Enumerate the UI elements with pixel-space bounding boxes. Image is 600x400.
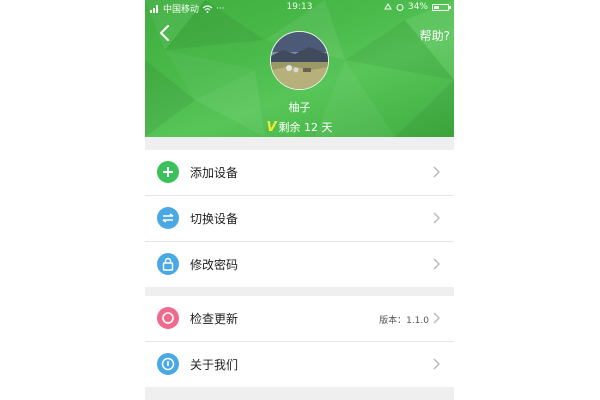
chevron-right-icon xyxy=(433,312,440,324)
menu-item-label: 修改密码 xyxy=(190,258,239,272)
version-text: 版本：1.1.0 xyxy=(379,316,429,326)
help-button[interactable]: 帮助? xyxy=(420,27,450,44)
battery-percent: 34% xyxy=(407,2,428,12)
menu-item-change-password[interactable]: 修改密码 xyxy=(145,242,454,287)
menu-item-label: 切换设备 xyxy=(190,212,239,226)
chevron-right-icon xyxy=(433,258,440,270)
battery-icon xyxy=(432,3,451,11)
menu-item-label: 关于我们 xyxy=(190,358,239,372)
switch-icon xyxy=(157,207,179,229)
menu-item-about-us[interactable]: 关于我们 xyxy=(145,342,454,387)
avatar[interactable] xyxy=(270,31,329,90)
menu-item-label: 添加设备 xyxy=(190,166,239,180)
vip-status: V 剩余 12 天 xyxy=(145,119,454,135)
update-icon xyxy=(157,307,179,329)
plus-icon xyxy=(157,161,179,183)
chevron-right-icon xyxy=(433,166,440,178)
menu-item-switch-device[interactable]: 切换设备 xyxy=(145,196,454,242)
menu-group-app: 检查更新 版本：1.1.0 关于我们 xyxy=(145,296,454,387)
avatar-landscape-image xyxy=(271,32,328,89)
mute-icon xyxy=(384,3,392,10)
chevron-right-icon xyxy=(433,212,440,224)
profile-header: 中国移动 ··· 19:13 34% 帮助? 柚子 V 剩余 12 天 xyxy=(145,0,454,137)
info-icon xyxy=(157,353,179,375)
username: 柚子 xyxy=(288,101,311,114)
alarm-icon xyxy=(396,4,404,11)
vip-remaining-text: 剩余 12 天 xyxy=(278,121,333,134)
back-arrow-icon[interactable] xyxy=(157,24,175,42)
chevron-right-icon xyxy=(433,358,440,370)
status-bar: 中国移动 ··· 19:13 34% xyxy=(145,0,454,16)
phone-screen: 中国移动 ··· 19:13 34% 帮助? 柚子 V 剩余 12 天 添加设备… xyxy=(145,0,454,400)
menu-item-check-update[interactable]: 检查更新 版本：1.1.0 xyxy=(145,296,454,342)
menu-item-label: 检查更新 xyxy=(190,312,239,326)
menu-group-devices: 添加设备 切换设备 修改密码 xyxy=(145,150,454,287)
menu-item-add-device[interactable]: 添加设备 xyxy=(145,150,454,196)
vip-badge-icon: V xyxy=(266,119,277,135)
lock-icon xyxy=(157,253,179,275)
